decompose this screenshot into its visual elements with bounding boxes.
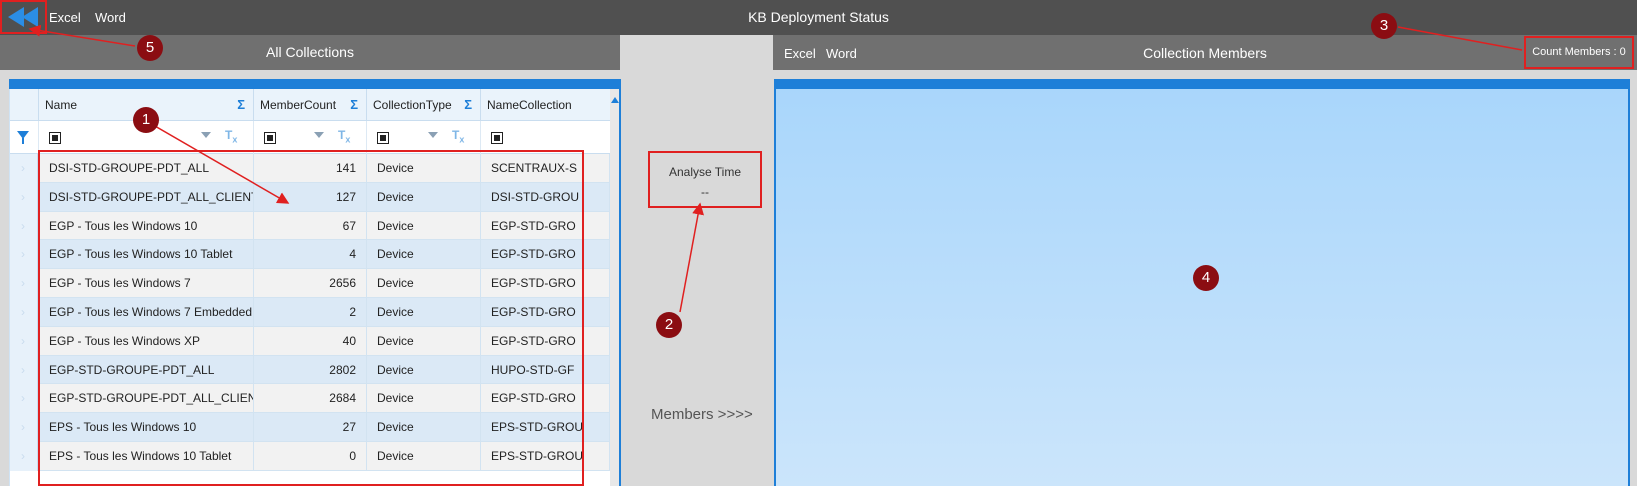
row-selector[interactable] — [10, 413, 38, 442]
filter-checkbox[interactable] — [377, 132, 389, 144]
row-selector[interactable] — [10, 154, 38, 183]
filter-checkbox[interactable] — [491, 132, 503, 144]
filter-dropdown-icon[interactable] — [201, 132, 211, 138]
row-selector-header — [10, 89, 39, 121]
grid-header-row: Name Σ MemberCount Σ CollectionType Σ Na… — [10, 89, 610, 121]
annotation-badge-1: 1 — [133, 107, 159, 133]
row-selector[interactable] — [10, 355, 38, 385]
row-selector[interactable] — [10, 297, 38, 327]
clear-filter-icon[interactable]: Tx — [338, 128, 356, 144]
column-header-label: Name — [45, 98, 78, 112]
column-header-label: MemberCount — [260, 98, 337, 112]
row-selector[interactable] — [10, 240, 38, 270]
row-selector[interactable] — [10, 269, 38, 298]
filter-checkbox[interactable] — [264, 132, 276, 144]
clear-filter-icon[interactable]: Tx — [225, 128, 243, 144]
filter-icon[interactable] — [17, 131, 29, 144]
sum-icon[interactable]: Σ — [350, 89, 358, 121]
annotation-highlight-grid — [38, 150, 584, 486]
members-button[interactable]: Members >>>> — [651, 406, 761, 423]
row-selector[interactable] — [10, 441, 38, 471]
column-header-label: NameCollection — [487, 98, 572, 112]
clear-filter-icon[interactable]: Tx — [452, 128, 470, 144]
annotation-badge-3: 3 — [1371, 13, 1397, 39]
row-selector[interactable] — [10, 211, 38, 241]
annotation-badge-5: 5 — [137, 35, 163, 61]
collection-members-title: Collection Members — [1143, 45, 1267, 61]
filter-dropdown-icon[interactable] — [314, 132, 324, 138]
row-selector[interactable] — [10, 182, 38, 212]
analyse-time-panel: Analyse Time -- — [648, 151, 762, 208]
vertical-scrollbar[interactable] — [610, 89, 619, 486]
grid-top-strip — [9, 79, 621, 89]
scroll-up-icon[interactable] — [611, 97, 619, 103]
filter-dropdown-icon[interactable] — [428, 132, 438, 138]
sum-icon[interactable]: Σ — [464, 89, 472, 121]
annotation-badge-4: 4 — [1193, 265, 1219, 291]
members-grid-top-strip — [774, 79, 1630, 89]
filter-cell — [10, 121, 39, 154]
annotation-highlight-back — [0, 0, 47, 34]
column-header-collectiontype[interactable]: CollectionType Σ — [367, 89, 481, 121]
row-selector[interactable] — [10, 384, 38, 414]
column-header-membercount[interactable]: MemberCount Σ — [254, 89, 367, 121]
analyse-time-label: Analyse Time — [668, 165, 742, 179]
annotation-badge-2: 2 — [656, 312, 682, 338]
analyse-time-value: -- — [701, 185, 709, 199]
sum-icon[interactable]: Σ — [237, 89, 245, 121]
count-members-label: Count Members : 0 — [1524, 36, 1634, 69]
filter-checkbox[interactable] — [49, 132, 61, 144]
row-selector[interactable] — [10, 326, 38, 356]
column-header-namecollection[interactable]: NameCollection — [481, 89, 610, 121]
column-header-label: CollectionType — [373, 98, 452, 112]
all-collections-header: All Collections — [0, 35, 620, 70]
